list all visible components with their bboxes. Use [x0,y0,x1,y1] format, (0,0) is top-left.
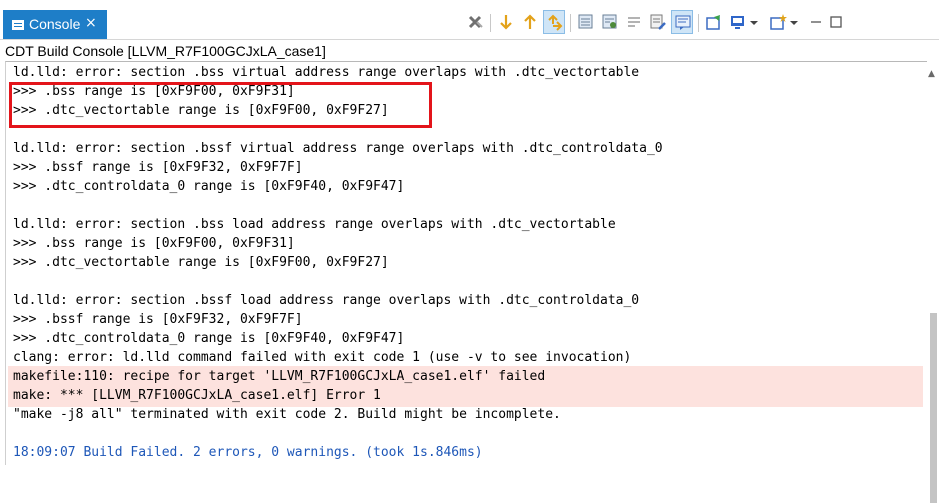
scroll-lock-icon[interactable] [543,10,565,34]
toolbar-separator [570,14,571,32]
console-icon [12,20,24,30]
console-toolbar [464,10,934,36]
tab-close-icon[interactable]: × [85,15,97,31]
console-scrollbar[interactable]: ▲ [927,61,939,503]
chevron-down-icon[interactable] [747,10,759,34]
console-title: CDT Build Console [LLVM_R7F100GCJxLA_cas… [5,43,326,59]
word-wrap-icon[interactable] [623,10,645,34]
maximize-icon[interactable] [825,10,847,34]
scroll-up-arrow-icon[interactable]: ▲ [928,69,935,79]
scroll-down-icon[interactable] [495,10,517,34]
minimize-icon[interactable] [805,10,827,34]
error-callout-box [9,82,432,128]
tab-console-label: Console [29,16,81,32]
tab-console[interactable]: Console × [3,10,107,40]
remove-launches-icon[interactable] [464,10,486,34]
pin-console-icon[interactable] [703,10,725,34]
new-console-icon[interactable] [767,10,789,34]
toolbar-separator [490,14,491,32]
clear-console-icon[interactable] [647,10,669,34]
scroll-up-icon[interactable] [519,10,541,34]
copy-build-log-icon[interactable] [575,10,597,34]
open-build-log-icon[interactable] [599,10,621,34]
open-console-icon[interactable] [727,10,749,34]
tab-divider [0,39,939,40]
display-console-icon[interactable] [671,10,693,34]
scrollbar-thumb[interactable] [930,313,937,503]
console-line: 18:09:07 Build Failed. 2 errors, 0 warni… [13,445,483,460]
view-tab-bar: Console × [0,0,939,40]
toolbar-separator [698,14,699,32]
chevron-down-icon[interactable] [787,10,799,34]
